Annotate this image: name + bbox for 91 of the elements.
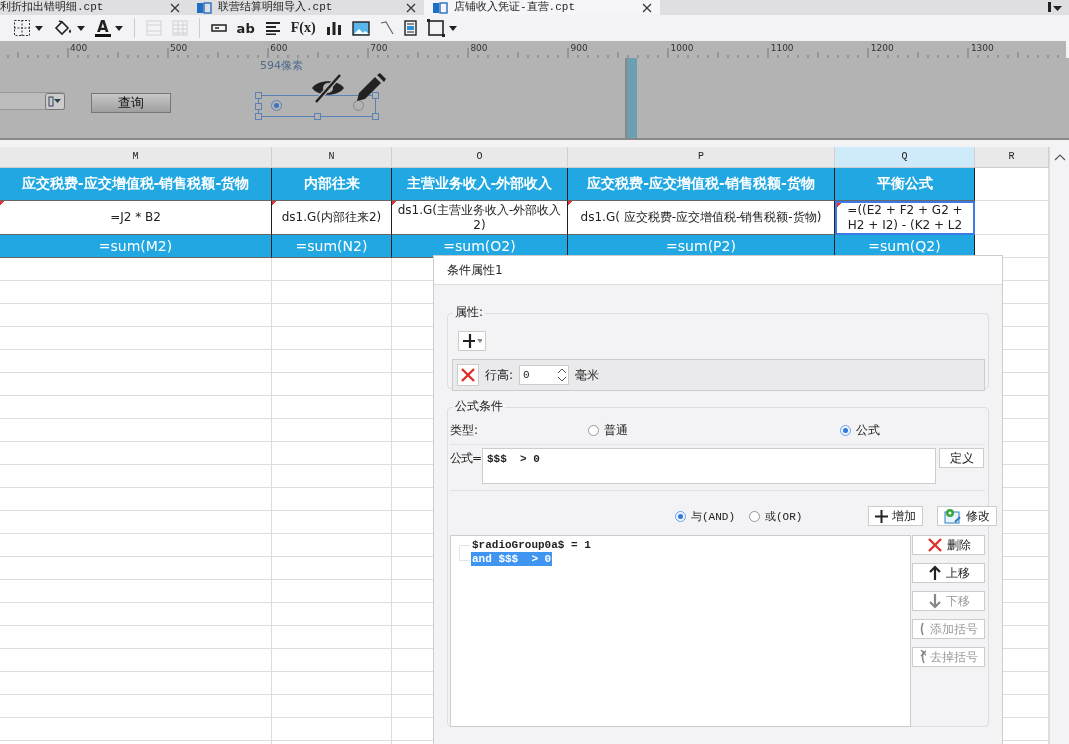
row-height-label: 行高: [485,366,514,384]
logic-radio[interactable]: 或(OR) [749,508,803,524]
table-cell: 应交税费-应交增值税-销售税额-货物 [568,168,835,201]
plus-icon [875,509,889,523]
report-file-icon [432,1,448,14]
ruler-label: 700 [370,43,388,53]
ruler-label: 1300 [970,43,994,53]
close-icon[interactable] [170,2,180,13]
condition-item[interactable]: $radioGroup0a$ = 1 [471,538,592,552]
close-icon [926,537,943,553]
tree-connector [459,545,470,561]
bar-chart-icon[interactable] [325,21,342,35]
crossed-parentheses-icon [919,649,926,665]
table-cell: =sum(N2) [272,235,392,258]
table-cell: =((E2 + F2 + G2 + H2 + I2) - (K2 + L2 [835,201,975,235]
borders-icon[interactable] [13,19,31,37]
gear-document-icon [944,508,963,524]
table-cell: =sum(M2) [0,235,272,258]
logic-radio[interactable]: 与(AND) [675,508,735,524]
font-color-button[interactable]: A [95,19,111,37]
dialog-title: 条件属性1 [434,256,1002,285]
type-label: 类型: [450,423,479,437]
scroll-up-icon[interactable] [1053,153,1066,161]
ruler-label: 1200 [870,43,894,53]
query-button[interactable]: 查询 [91,93,171,113]
remove-button[interactable] [457,364,479,386]
text-tool-button[interactable]: ab [236,20,255,36]
scrollbar[interactable] [1049,147,1069,744]
add-button[interactable]: 增加 [868,506,924,526]
type-radio[interactable]: 普通 [588,422,628,439]
align-icon[interactable] [264,21,281,35]
group-legend: 公式条件 [453,398,505,415]
ruler-label: 400 [70,43,88,53]
dropdown-icon[interactable] [45,93,65,110]
diagonal-line-icon[interactable] [379,21,394,35]
unit-label: 毫米 [575,366,600,384]
add-attribute-button[interactable] [458,331,486,351]
pencil-icon[interactable] [355,72,389,102]
table-cell: 平衡公式 [835,168,975,201]
type-radio[interactable]: 公式 [840,422,880,439]
parentheses-icon [919,622,926,636]
table-cell: ds1.G(内部往来2) [272,201,392,235]
caret-icon[interactable] [114,25,123,31]
table-cell: ds1.G( 应交税费-应交增值税-销售税额-货物) [568,201,835,235]
report-file-icon [196,1,212,14]
list-action-button[interactable]: 删除 [912,535,985,555]
text-field-icon[interactable] [210,24,227,32]
table-cell: ds1.G(主营业务收入-外部收入2) [392,201,568,235]
arrow-down-icon [927,593,942,609]
selection-handle[interactable] [372,92,379,99]
plus-icon [462,333,476,349]
table-cell: =J2 * B2 [0,201,272,235]
row-height-spinner[interactable]: 0 [519,365,570,385]
define-button[interactable]: 定义 [939,448,984,468]
formula-button[interactable]: F(x) [290,20,316,36]
ruler-label: 1100 [770,43,794,53]
table-cell: 内部往来 [272,168,392,201]
arrow-up-icon [927,565,942,581]
list-action-button[interactable]: 上移 [912,563,985,583]
ruler-label: 800 [470,43,488,53]
document-icon[interactable] [403,20,417,36]
caret-icon[interactable] [448,25,457,31]
column-header[interactable]: Q [835,147,975,168]
ruler-label: 600 [270,43,288,53]
condition-list[interactable]: $radioGroup0a$ = 1 and $$$ > 0 [450,535,911,727]
close-icon[interactable] [642,2,652,13]
ruler-label: 900 [570,43,588,53]
caret-icon [477,339,482,343]
caret-icon[interactable] [77,25,85,31]
combo-field[interactable] [0,92,65,110]
table-cell: 主营业务收入-外部收入 [392,168,568,201]
eye-slash-icon[interactable] [310,73,346,103]
close-icon[interactable] [406,2,416,13]
close-icon [461,368,475,382]
edit-button[interactable]: 修改 [937,506,998,526]
dropdown-list-icon[interactable] [1047,1,1063,14]
border-box-icon[interactable] [426,19,445,37]
caret-icon[interactable] [35,25,43,31]
ruler-label: 1000 [670,43,694,53]
file-tab[interactable]: 店铺收入凭证-直营.cpt [424,0,660,15]
table-cell: 应交税费-应交增值税-销售税额-货物 [0,168,272,201]
group-legend: 属性: [453,304,486,321]
spinner-arrows-icon[interactable] [556,366,569,384]
selection-handle[interactable] [372,113,379,120]
size-hint: 594像素 [260,58,303,73]
image-icon[interactable] [351,20,370,36]
formula-field[interactable]: $$$ > 0 [482,448,936,484]
ruler-label: 500 [170,43,188,53]
formula-label: 公式= [450,450,482,467]
selection-handle[interactable] [314,113,321,120]
paint-bucket-icon[interactable] [53,19,73,37]
